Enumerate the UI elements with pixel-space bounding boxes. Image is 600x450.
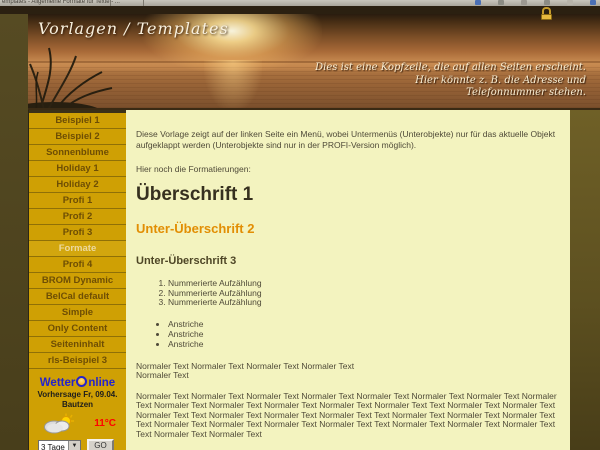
sun-behind-cloud-icon xyxy=(41,413,77,434)
right-background-strip xyxy=(570,110,600,450)
normal-text-long: Normaler Text Normaler Text Normaler Tex… xyxy=(136,392,568,440)
sidebar-item-profi-2[interactable]: Profi 2 xyxy=(29,209,126,225)
sun-reflection xyxy=(204,60,262,110)
sidebar-item-only-content[interactable]: Only Content xyxy=(29,321,126,337)
sidebar-item-holiday-2[interactable]: Holiday 2 xyxy=(29,177,126,193)
heading-1: Überschrift 1 xyxy=(136,184,558,206)
left-background-strip xyxy=(0,14,28,450)
browser-toolbar-icon[interactable] xyxy=(521,0,527,5)
header-tagline: Dies ist eine Kopfzeile, die auf allen S… xyxy=(315,62,586,100)
normal-text-short: Normaler Text Normaler Text Normaler Tex… xyxy=(136,362,558,381)
forecast-date: Vorhersage Fr, 09.04. xyxy=(29,390,126,400)
bullet-list-item: Anstriche xyxy=(168,329,558,339)
sidebar-item-seiteninhalt[interactable]: Seiteninhalt xyxy=(29,337,126,353)
sidebar-item-belcal-default[interactable]: BelCal default xyxy=(29,289,126,305)
intro-paragraph: Diese Vorlage zeigt auf der linken Seite… xyxy=(136,129,558,151)
sidebar-item-profi-3[interactable]: Profi 3 xyxy=(29,225,126,241)
formats-note: Hier noch die Formatierungen: xyxy=(136,164,558,175)
go-button[interactable]: GO xyxy=(87,439,114,450)
chevron-down-icon[interactable]: ▼ xyxy=(68,441,80,450)
sidebar-item-holiday-1[interactable]: Holiday 1 xyxy=(29,161,126,177)
beach-grass-silhouette xyxy=(28,44,178,110)
numbered-list: Nummerierte Aufzählung Nummerierte Aufzä… xyxy=(156,279,558,308)
nav-menu: Beispiel 1 Beispiel 2 Sonnenblume Holida… xyxy=(29,110,126,369)
sidebar-item-profi-4[interactable]: Profi 4 xyxy=(29,257,126,273)
main-content: Diese Vorlage zeigt auf der linken Seite… xyxy=(126,110,570,450)
sidebar-item-simple[interactable]: Simple xyxy=(29,305,126,321)
forecast-city: Bautzen xyxy=(29,400,126,410)
sidebar-item-sonnenblume[interactable]: Sonnenblume xyxy=(29,145,126,161)
page-header-image: Vorlagen / Templates Dies ist eine Kopfz… xyxy=(28,14,600,110)
temperature-value: 11°C xyxy=(94,418,116,429)
padlock-icon xyxy=(541,7,552,18)
browser-toolbar-icon[interactable] xyxy=(567,0,573,5)
browser-toolbar-icon[interactable] xyxy=(475,0,481,5)
heading-2: Unter-Überschrift 2 xyxy=(136,221,558,236)
bullet-list-item: Anstriche xyxy=(168,319,558,329)
browser-toolbar-icon[interactable] xyxy=(544,0,550,5)
sidebar-item-beispiel-1[interactable]: Beispiel 1 xyxy=(29,113,126,129)
numbered-list-item: Nummerierte Aufzählung xyxy=(168,298,558,308)
weather-widget: Wetternline Vorhersage Fr, 09.04. Bautze… xyxy=(29,376,126,450)
bullet-list-item: Anstriche xyxy=(168,339,558,349)
sun-logo-icon xyxy=(76,376,87,387)
browser-toolbar-icon[interactable] xyxy=(498,0,504,5)
heading-3: Unter-Überschrift 3 xyxy=(136,255,558,267)
site-title: Vorlagen / Templates xyxy=(38,19,229,38)
top-dark-bar xyxy=(0,6,600,14)
browser-toolbar-icon[interactable] xyxy=(590,0,596,5)
forecast-range-select[interactable]: 3 Tage ▼ xyxy=(38,440,81,450)
tab-title: emplates - Allgemeine Formate für Texte … xyxy=(2,0,120,5)
sidebar-item-rls-beispiel-3[interactable]: rls-Beispiel 3 xyxy=(29,353,126,369)
sidebar: Beispiel 1 Beispiel 2 Sonnenblume Holida… xyxy=(28,110,126,450)
browser-window: emplates - Allgemeine Formate für Texte … xyxy=(0,0,600,450)
wetteronline-logo[interactable]: Wetternline xyxy=(29,376,126,390)
sidebar-item-brom-dynamic[interactable]: BROM Dynamic xyxy=(29,273,126,289)
bullet-list: Anstriche Anstriche Anstriche xyxy=(156,319,558,349)
sidebar-item-profi-1[interactable]: Profi 1 xyxy=(29,193,126,209)
sidebar-item-formate[interactable]: Formate xyxy=(29,241,126,257)
sidebar-item-beispiel-2[interactable]: Beispiel 2 xyxy=(29,129,126,145)
